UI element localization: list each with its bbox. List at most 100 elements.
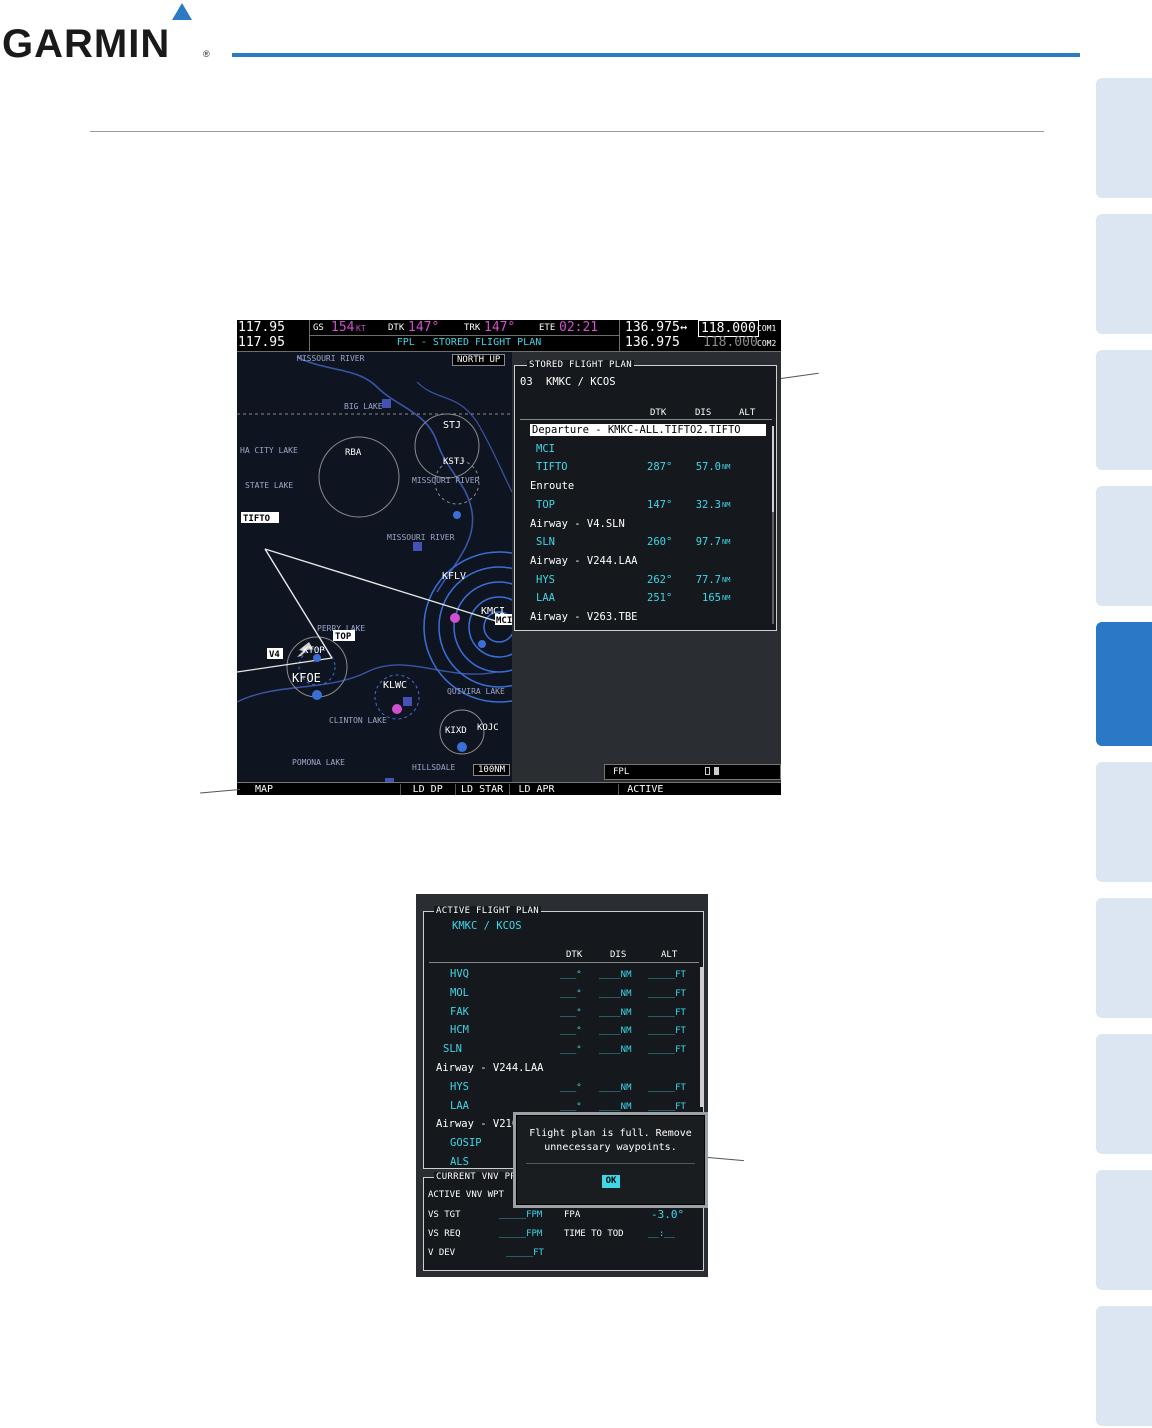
airport-icon <box>453 511 461 519</box>
stored-fp-dtk: 260° <box>647 536 673 549</box>
map-label-top: TOP <box>335 632 352 642</box>
com2-standby: 118.000 <box>703 335 758 350</box>
gs-unit: KT <box>356 324 366 333</box>
active-vnv-wpt: ACTIVE VNV WPT <box>428 1190 504 1200</box>
map-label-stj: STJ <box>443 420 461 431</box>
side-tabs <box>1096 78 1152 1428</box>
dialog-message-line1: Flight plan is full. Remove <box>529 1128 692 1139</box>
stored-flight-plan-box: STORED FLIGHT PLAN 03 KMKC / KCOS DTK DI… <box>514 360 777 631</box>
scrollbar[interactable] <box>700 967 703 1107</box>
map-label-tifto: TIFTO <box>243 514 271 524</box>
afp-row[interactable]: HVQ <box>450 968 469 980</box>
airport-icon <box>457 742 467 752</box>
stored-fp-row[interactable]: HYS <box>536 574 555 586</box>
airport-icon <box>450 613 460 623</box>
afp-row[interactable]: MOL <box>450 987 469 999</box>
stored-fp-row[interactable]: MCI <box>536 443 555 455</box>
divider <box>619 320 620 352</box>
stored-flight-plan-title: STORED FLIGHT PLAN <box>527 360 634 370</box>
softkey[interactable]: MAP <box>237 784 291 795</box>
stored-fp-row[interactable]: TOP <box>536 499 555 511</box>
divider <box>526 1163 695 1164</box>
stored-fp-unit: NM <box>722 538 731 547</box>
stored-fp-row[interactable]: LAA <box>536 592 555 604</box>
afp-row[interactable]: FAK <box>450 1006 469 1018</box>
com-standby-1: 117.95 <box>238 320 285 335</box>
side-tab[interactable] <box>1096 486 1152 606</box>
afp-row[interactable]: Airway - V244.LAA <box>436 1062 543 1074</box>
stored-fp-row[interactable]: Enroute <box>530 480 574 492</box>
side-tab[interactable] <box>1096 1170 1152 1290</box>
side-tab-active[interactable] <box>1096 622 1152 746</box>
stored-fp-row[interactable]: Airway - V263.TBE <box>530 611 637 623</box>
garmin-logo: GARMIN ® <box>2 3 210 64</box>
airport-icon <box>392 704 402 714</box>
active-flight-plan-screen: ACTIVE FLIGHT PLAN KMKC / KCOS DTK DIS A… <box>416 894 708 1277</box>
afp-row[interactable]: HCM <box>450 1024 469 1036</box>
com2-label: COM2 <box>757 339 777 348</box>
plan-number: 03 <box>520 376 533 388</box>
stored-fp-unit: NM <box>722 594 731 603</box>
navigation-map[interactable]: MISSOURI RIVER BIG LAKE HA CITY LAKE RBA… <box>237 352 512 782</box>
divider <box>309 320 310 352</box>
stored-fp-dtk: 251° <box>647 592 673 605</box>
afp-row[interactable]: HYS <box>450 1081 469 1093</box>
divider <box>429 962 699 963</box>
north-up-button[interactable]: NORTH UP <box>452 354 506 366</box>
fpl-label: FPL <box>613 767 630 777</box>
stored-fp-row[interactable]: Departure - KMKC-ALL.TIFTO2.TIFTO <box>530 424 766 436</box>
afp-alt: _____FT <box>648 988 686 999</box>
side-tab[interactable] <box>1096 762 1152 882</box>
stored-fp-row[interactable]: Airway - V244.LAA <box>530 555 637 567</box>
dtk-value: 147° <box>408 320 440 335</box>
dialog-message-line2: unnecessary waypoints. <box>544 1142 677 1153</box>
map-label-v4: V4 <box>269 650 280 660</box>
map-label-hillsdale: HILLSDALE <box>412 763 456 772</box>
side-tab[interactable] <box>1096 898 1152 1018</box>
garmin-logo-triangle <box>172 3 192 20</box>
stored-fp-row[interactable]: Airway - V4.SLN <box>530 518 625 530</box>
afp-row[interactable]: LAA <box>450 1100 469 1112</box>
col-dtk: DTK <box>650 408 667 418</box>
afp-dis: ____NM <box>599 988 632 999</box>
afp-row[interactable]: SLN <box>443 1043 462 1055</box>
stored-fp-unit: NM <box>722 463 731 472</box>
afp-dtk: ___° <box>560 970 582 980</box>
trk-value: 147° <box>484 320 516 335</box>
transfer-arrow-icon[interactable]: ↔ <box>680 320 687 334</box>
softkey[interactable]: ACTIVE <box>617 784 672 795</box>
afp-alt: _____FT <box>648 1082 686 1093</box>
softkey[interactable]: LD DP <box>400 784 454 795</box>
map-label-clinton-lake: CLINTON LAKE <box>329 716 387 725</box>
afp-row[interactable]: GOSIP <box>450 1137 482 1149</box>
stored-fp-row[interactable]: SLN <box>536 536 555 548</box>
page-title: FPL - STORED FLIGHT PLAN <box>396 337 542 348</box>
v-dev-label: V DEV <box>428 1248 456 1258</box>
garmin-logo-reg: ® <box>203 49 210 59</box>
stored-fp-unit: NM <box>722 500 731 509</box>
side-tab[interactable] <box>1096 350 1152 470</box>
afp-route: KMKC / KCOS <box>452 920 522 932</box>
stored-fp-row[interactable]: TIFTO <box>536 461 568 473</box>
afp-dtk: ___° <box>560 988 582 999</box>
mfd-top-bar: 117.95 117.95 GS 154 KT DTK 147° TRK 147… <box>237 320 781 352</box>
afp-dis: ____NM <box>599 970 632 980</box>
side-tab[interactable] <box>1096 1306 1152 1426</box>
afp-dis: ____NM <box>599 1007 632 1018</box>
softkey[interactable]: LD STAR <box>454 784 509 795</box>
side-tab[interactable] <box>1096 1034 1152 1154</box>
afp-row[interactable]: ALS <box>450 1156 469 1168</box>
map-range[interactable]: 100NM <box>473 764 511 776</box>
map-label-mci: MCI <box>496 616 512 626</box>
softkey[interactable]: LD APR <box>509 784 563 795</box>
divider <box>309 335 619 336</box>
afp-dis: ____NM <box>599 1101 632 1112</box>
ok-button[interactable]: OK <box>602 1175 620 1188</box>
col-dtk: DTK <box>566 950 583 960</box>
scrollbar-thumb[interactable] <box>772 426 774 512</box>
gs-value: 154 <box>331 320 355 335</box>
afp-row[interactable]: Airway - V210. <box>436 1118 525 1130</box>
side-tab[interactable] <box>1096 214 1152 334</box>
side-tab[interactable] <box>1096 78 1152 198</box>
stored-fp-dis: 57.0 <box>695 461 721 474</box>
